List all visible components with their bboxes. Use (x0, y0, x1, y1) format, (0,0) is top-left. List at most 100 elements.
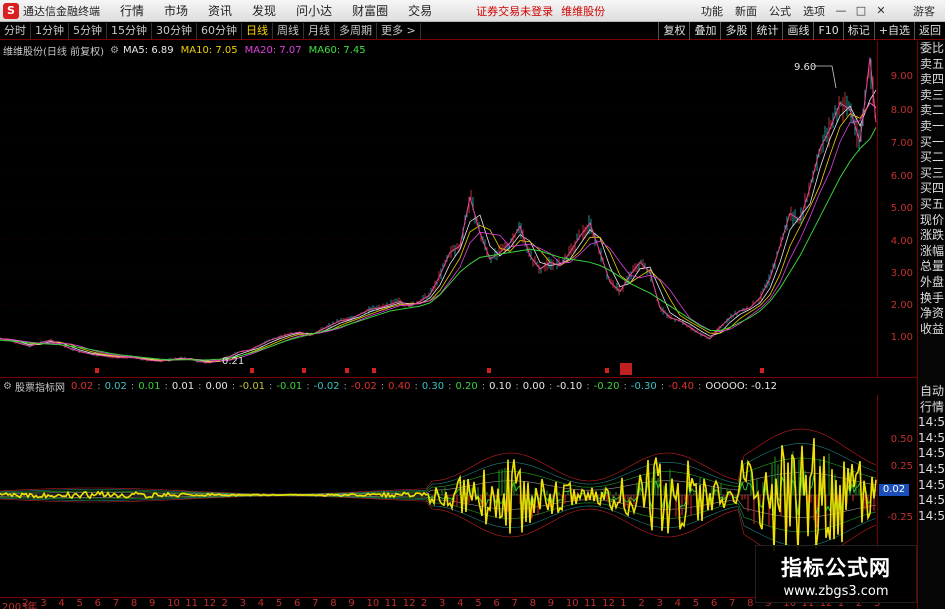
time-axis-label: 11 (384, 598, 398, 609)
price-chart-grid (0, 76, 877, 338)
watermark-title: 指标公式网 (781, 556, 891, 580)
indicator-value: -0.10 (556, 381, 583, 392)
time-axis-label: 5 (76, 598, 83, 609)
panel-divider[interactable] (0, 377, 917, 378)
add-watchlist-button[interactable]: +自选 (873, 22, 914, 40)
formula-button[interactable]: 公式 (763, 3, 797, 19)
indicator-value: 0.40 (388, 381, 411, 392)
side-ask1[interactable]: 卖一 (918, 119, 945, 135)
side-entrust-ratio[interactable]: 委比 (918, 41, 945, 57)
side-earnings[interactable]: 收益 (918, 322, 945, 338)
minimize-icon[interactable]: — (831, 4, 851, 17)
event-marker (605, 368, 609, 373)
settings-icon[interactable]: ⚙ (110, 45, 119, 56)
menu-discover[interactable]: 发现 (242, 2, 286, 19)
period-60min[interactable]: 60分钟 (197, 22, 242, 39)
function-button[interactable]: 功能 (695, 3, 729, 19)
time-axis-label: 11 (185, 598, 198, 609)
side-ask4[interactable]: 卖四 (918, 72, 945, 88)
price-chart[interactable]: 9.60 0.21 (0, 41, 877, 377)
menu-market-quotes[interactable]: 行情 (110, 2, 154, 19)
side-volume[interactable]: 总量 (918, 259, 945, 275)
watermark-url: www.zbgs3.com (783, 584, 889, 599)
app-name: 通达信金融终端 (23, 4, 100, 18)
time-axis-label: 1 (620, 598, 627, 609)
side-ask5[interactable]: 卖五 (918, 57, 945, 73)
side-turnover[interactable]: 换手 (918, 291, 945, 307)
side-ask3[interactable]: 卖三 (918, 88, 945, 104)
time-axis-label: 4 (674, 598, 681, 609)
side-bid4[interactable]: 买四 (918, 181, 945, 197)
adjust-button[interactable]: 复权 (658, 22, 689, 40)
time-axis-label: 12 (602, 598, 615, 609)
event-marker (95, 368, 99, 373)
period-15min[interactable]: 15分钟 (107, 22, 152, 39)
side-auto[interactable]: 自动 (918, 384, 945, 400)
close-icon[interactable]: ✕ (871, 4, 891, 17)
menu-trade[interactable]: 交易 (398, 2, 442, 19)
time-axis-label: 10 (366, 598, 380, 609)
period-more[interactable]: 更多 > (377, 22, 421, 39)
indicator-band (0, 495, 877, 533)
menu-news[interactable]: 资讯 (198, 2, 242, 19)
ma20-label: MA20: 7.07 (244, 44, 302, 56)
side-change[interactable]: 涨跌 (918, 228, 945, 244)
value-separator: : (269, 381, 273, 392)
f10-button[interactable]: F10 (813, 22, 842, 40)
period-30min[interactable]: 30分钟 (152, 22, 197, 39)
options-button[interactable]: 选项 (797, 3, 831, 19)
current-stock-tag[interactable]: 维维股份 (561, 3, 605, 19)
guest-user[interactable]: 游客 (891, 3, 945, 19)
side-ask2[interactable]: 卖二 (918, 103, 945, 119)
event-marker (302, 368, 306, 373)
side-bid1[interactable]: 买一 (918, 135, 945, 151)
trading-login-warning[interactable]: 证券交易未登录 (476, 3, 553, 19)
value-separator: : (198, 381, 202, 392)
side-bid5[interactable]: 买五 (918, 197, 945, 213)
value-separator: : (164, 381, 168, 392)
draw-line-button[interactable]: 画线 (782, 22, 813, 40)
time-axis-label: 7 (729, 598, 736, 609)
side-outer-volume[interactable]: 外盘 (918, 275, 945, 291)
statistics-button[interactable]: 统计 (751, 22, 782, 40)
menu-ask-xiaoda[interactable]: 问小达 (286, 2, 342, 19)
side-bid2[interactable]: 买二 (918, 150, 945, 166)
new-layout-button[interactable]: 新面 (729, 3, 763, 19)
period-weekly[interactable]: 周线 (273, 22, 304, 39)
back-button[interactable]: 返回 (914, 22, 945, 40)
period-monthly[interactable]: 月线 (304, 22, 335, 39)
mark-button[interactable]: 标记 (842, 22, 874, 40)
indicator-value: 0.02 (70, 381, 94, 392)
value-separator: : (660, 381, 665, 392)
multi-stock-button[interactable]: 多股 (720, 22, 751, 40)
period-multi[interactable]: 多周期 (335, 22, 377, 39)
value-separator: : (481, 381, 486, 392)
indicator-name[interactable]: 股票指标网 (15, 379, 65, 394)
overlay-button[interactable]: 叠加 (689, 22, 720, 40)
indicator-value: -0.02 (350, 381, 377, 392)
period-1min[interactable]: 1分钟 (31, 22, 69, 39)
side-change-pct[interactable]: 涨幅 (918, 244, 945, 260)
side-bid3[interactable]: 买三 (918, 166, 945, 182)
value-separator: : (380, 381, 385, 392)
maximize-icon[interactable]: □ (851, 4, 871, 17)
menu-wealth-circle[interactable]: 财富圈 (342, 2, 398, 19)
period-intraday[interactable]: 分时 (0, 22, 31, 39)
period-5min[interactable]: 5分钟 (69, 22, 107, 39)
price-tick: 6.00 (890, 171, 913, 182)
side-net-assets[interactable]: 净资 (918, 306, 945, 322)
period-daily[interactable]: 日线 (242, 22, 273, 39)
indicator-settings-icon[interactable]: ⚙ (3, 381, 12, 392)
indicator-chart[interactable] (0, 395, 877, 597)
side-quotes[interactable]: 行情 (918, 400, 945, 416)
ma20-line (0, 102, 877, 362)
indicator-tick: 0.25 (890, 461, 913, 472)
indicator-value: 0.01 (171, 381, 195, 392)
ma60-line (0, 127, 877, 361)
stock-name-label[interactable]: 维维股份(日线 前复权) (3, 43, 104, 58)
tick-time: 14:50 (918, 508, 945, 523)
menu-market[interactable]: 市场 (154, 2, 198, 19)
period-toolbar: 分时 1分钟 5分钟 15分钟 30分钟 60分钟 日线 周线 月线 多周期 更… (0, 22, 945, 40)
indicator-value: -0.01 (239, 381, 266, 392)
side-price[interactable]: 现价 (918, 213, 945, 229)
